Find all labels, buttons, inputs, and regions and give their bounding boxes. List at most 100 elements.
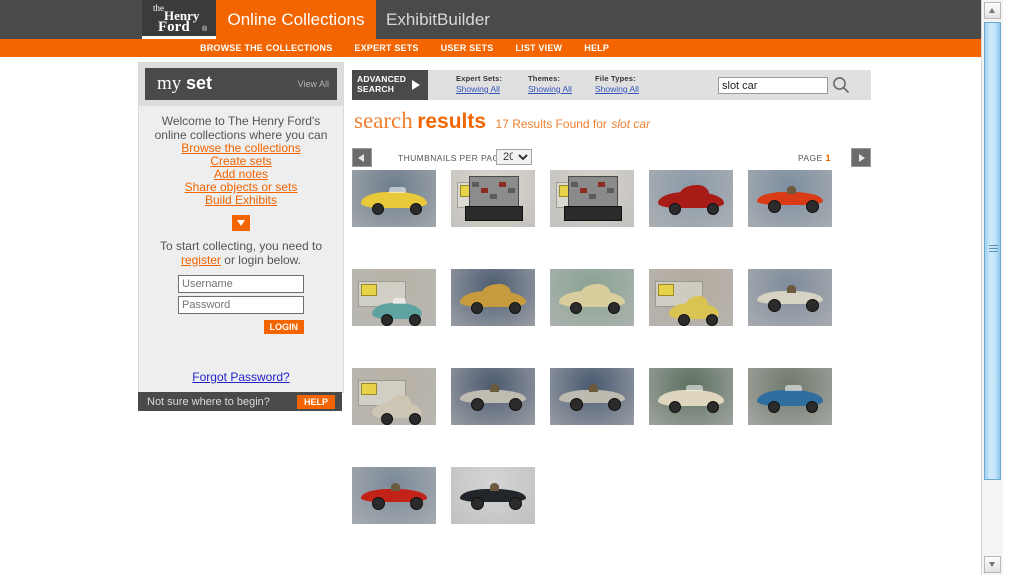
filter-expert-sets-value[interactable]: Showing All [456, 84, 502, 94]
nav-item-expert-sets[interactable]: EXPERT SETS [354, 43, 418, 53]
search-filter-strip: ADVANCED SEARCH Expert Sets: Showing All… [352, 70, 871, 100]
filter-expert-sets: Expert Sets: Showing All [456, 74, 502, 94]
teal-roadster-boxed-thumb[interactable] [352, 269, 436, 326]
car-wheel [806, 299, 819, 312]
henry-ford-logo[interactable]: the Henry Ford ® [142, 0, 216, 39]
open-wheel-racer-thumb[interactable] [748, 269, 832, 326]
page-indicator-number: 1 [825, 153, 831, 164]
sidebar-link-build-exhibits[interactable]: Build Exhibits [149, 194, 333, 207]
vertical-scrollbar[interactable] [981, 0, 1003, 575]
logo-registered-mark: ® [202, 26, 207, 33]
view-all-link[interactable]: View All [298, 79, 329, 89]
car-windshield [393, 298, 406, 304]
car-cabin [581, 284, 610, 294]
car-windshield [686, 385, 703, 391]
silver-race-car-41-thumb[interactable] [451, 368, 535, 425]
box-label [361, 383, 377, 395]
login-button[interactable]: LOGIN [264, 320, 305, 334]
filter-themes: Themes: Showing All [528, 74, 572, 94]
advanced-search-button[interactable]: ADVANCED SEARCH [352, 70, 428, 100]
caret-down-icon[interactable] [232, 215, 250, 231]
case-contents [580, 188, 587, 193]
start-collecting-line-1: To start collecting, you need to [160, 239, 322, 253]
welcome-line-1: Welcome to The Henry Ford's [149, 115, 333, 129]
nav-item-user-sets[interactable]: USER SETS [441, 43, 494, 53]
car-wheel [608, 302, 620, 314]
case-contents [607, 188, 614, 193]
password-input[interactable] [178, 296, 304, 314]
logo-ford-text: Ford [158, 19, 190, 36]
nav-item-help[interactable]: HELP [584, 43, 609, 53]
yellow-roadster-thumb[interactable] [352, 170, 436, 227]
cream-gt-thumb[interactable] [550, 269, 634, 326]
results-row [352, 467, 852, 524]
tab-online-collections[interactable]: Online Collections [216, 0, 376, 39]
nav-item-list-view[interactable]: LIST VIEW [515, 43, 562, 53]
car-wheel [669, 203, 681, 215]
previous-page-button[interactable] [352, 148, 372, 167]
nav-item-browse-the-collections[interactable]: BROWSE THE COLLECTIONS [200, 43, 332, 53]
scroll-down-icon[interactable] [984, 556, 1001, 573]
car-wheel [509, 302, 521, 314]
help-button[interactable]: HELP [297, 395, 335, 409]
car-wheel [381, 314, 393, 326]
car-windshield [785, 385, 802, 391]
gold-sports-car-thumb[interactable] [451, 269, 535, 326]
tab-exhibit-builder[interactable]: ExhibitBuilder [376, 0, 500, 39]
car-wheel [706, 314, 718, 326]
box-label [658, 284, 674, 296]
triangle-left-icon [358, 154, 364, 162]
search-icon[interactable] [830, 74, 852, 96]
car-wheel [409, 314, 421, 326]
driver-figure [589, 384, 598, 392]
start-collecting-line-2: or login below. [221, 253, 301, 267]
driver-figure [787, 285, 796, 293]
car-wheel [372, 203, 384, 215]
open-case-set-2-thumb[interactable] [550, 170, 634, 227]
results-query-term: slot car [611, 117, 650, 131]
register-link[interactable]: register [181, 253, 221, 267]
filter-themes-value[interactable]: Showing All [528, 84, 572, 94]
red-open-racer-thumb[interactable] [352, 467, 436, 524]
username-input[interactable] [178, 275, 304, 293]
car-wheel [806, 401, 818, 413]
next-page-button[interactable] [851, 148, 871, 167]
my-set-title-bold: set [186, 73, 212, 93]
red-coupe-thumb[interactable] [649, 170, 733, 227]
thumbnails-per-page-select[interactable]: 20406080 [496, 149, 532, 165]
car-wheel [471, 302, 483, 314]
results-row [352, 368, 852, 425]
car-wheel [471, 398, 484, 411]
case-contents [508, 188, 515, 193]
case-contents [571, 182, 578, 187]
my-set-title: my set [157, 73, 212, 95]
scrollbar-thumb[interactable] [984, 22, 1001, 480]
filter-file-types-value[interactable]: Showing All [595, 84, 639, 94]
driver-figure [490, 384, 499, 392]
filter-file-types: File Types: Showing All [595, 74, 639, 94]
advanced-search-label: ADVANCED SEARCH [357, 74, 407, 94]
login-button-row: LOGIN [178, 317, 304, 335]
triangle-right-icon [412, 80, 420, 90]
search-input[interactable] [718, 77, 828, 94]
silver-race-car-34-thumb[interactable] [550, 368, 634, 425]
blue-convertible-thumb[interactable] [748, 368, 832, 425]
page-indicator-label: PAGE [798, 153, 823, 163]
car-wheel [669, 401, 681, 413]
cream-convertible-thumb[interactable] [649, 368, 733, 425]
black-vintage-racer-thumb[interactable] [451, 467, 535, 524]
car-wheel [608, 398, 621, 411]
case-contents [499, 182, 506, 187]
yellow-coupe-boxed-thumb[interactable] [649, 269, 733, 326]
red-race-car-thumb[interactable] [748, 170, 832, 227]
results-heading-search: search [354, 108, 413, 133]
driver-figure [490, 483, 499, 491]
cream-coupe-boxed-thumb[interactable] [352, 368, 436, 425]
forgot-password-link[interactable]: Forgot Password? [192, 370, 289, 384]
open-case-set-thumb[interactable] [451, 170, 535, 227]
page-indicator: PAGE 1 [798, 153, 831, 164]
scroll-up-icon[interactable] [984, 2, 1001, 19]
car-cabin [680, 185, 709, 195]
driver-figure [787, 186, 796, 194]
case-contents [598, 182, 605, 187]
